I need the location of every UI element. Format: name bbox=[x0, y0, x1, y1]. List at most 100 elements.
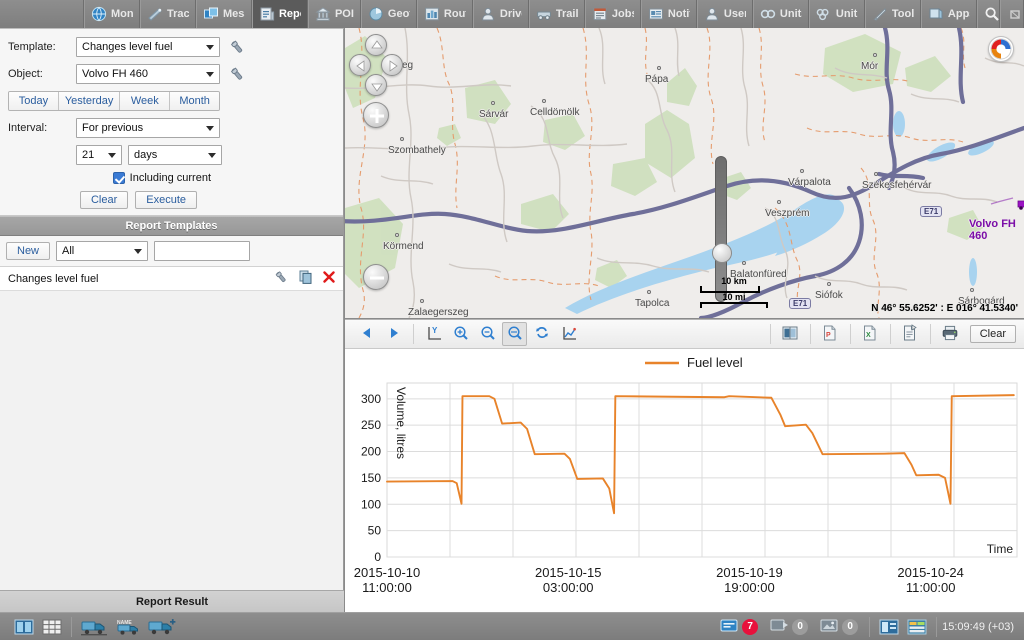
layout-grid-button[interactable] bbox=[38, 616, 66, 638]
messages-status[interactable]: 7 bbox=[720, 617, 758, 636]
y-tick-label: 100 bbox=[361, 497, 381, 511]
workspace-button[interactable] bbox=[903, 616, 931, 638]
nav-tab-label: Unit G bbox=[836, 8, 858, 20]
map-zoom-slider-handle[interactable] bbox=[712, 243, 732, 263]
including-current-checkbox[interactable] bbox=[113, 172, 125, 184]
chart-settings-button[interactable] bbox=[556, 322, 581, 346]
nav-tab-unit-g[interactable]: Unit G bbox=[809, 0, 865, 28]
expand-panel-button[interactable] bbox=[1000, 0, 1024, 28]
export-pdf-button[interactable]: P bbox=[818, 322, 843, 346]
template-filter-select[interactable]: All bbox=[56, 241, 148, 261]
axis-button[interactable]: Y bbox=[421, 322, 446, 346]
nav-tab-route[interactable]: Route bbox=[417, 0, 473, 28]
zoom-fit-button[interactable] bbox=[502, 322, 527, 346]
template-select[interactable]: Changes level fuel bbox=[76, 37, 220, 57]
unit-marker-icon[interactable] bbox=[1017, 196, 1024, 210]
images-status[interactable]: 0 bbox=[820, 617, 858, 636]
layout-columns-button[interactable] bbox=[10, 616, 38, 638]
columns-icon bbox=[781, 324, 799, 345]
map-zoom-out-button[interactable] bbox=[363, 264, 389, 290]
export-excel-button[interactable]: X bbox=[858, 322, 883, 346]
template-edit-wrench-icon[interactable] bbox=[228, 38, 246, 56]
nav-tab-notifi[interactable]: Notifi bbox=[641, 0, 697, 28]
fuel-level-chart[interactable]: Fuel level 050100150200250300 2015-10-10… bbox=[345, 349, 1024, 612]
template-edit-wrench-icon[interactable] bbox=[273, 269, 289, 288]
execute-button[interactable]: Execute bbox=[135, 191, 197, 209]
trailer-icon bbox=[536, 6, 552, 22]
nav-tab-jobs[interactable]: Jobs bbox=[585, 0, 641, 28]
nav-tab-track[interactable]: Track bbox=[140, 0, 196, 28]
map-pan-down-button[interactable] bbox=[365, 74, 387, 96]
apps-icon bbox=[928, 6, 944, 22]
map-place-label: Pápa bbox=[645, 74, 668, 85]
refresh-button[interactable] bbox=[529, 322, 554, 346]
quick-period-buttons: TodayYesterdayWeekMonth bbox=[8, 91, 220, 111]
interval-count-value: 21 bbox=[82, 149, 94, 161]
bottom-status-items: 7 00 bbox=[714, 617, 864, 636]
add-unit-button[interactable] bbox=[145, 616, 179, 638]
interval-count-select[interactable]: 21 bbox=[76, 145, 122, 165]
new-template-button[interactable]: New bbox=[6, 242, 50, 260]
template-delete-icon[interactable] bbox=[323, 271, 335, 286]
message-icon bbox=[720, 617, 738, 636]
report-templates-list: Changes level fuel bbox=[0, 267, 343, 291]
nav-tab-geof[interactable]: Geof bbox=[361, 0, 417, 28]
period-button-yesterday[interactable]: Yesterday bbox=[59, 92, 121, 110]
compass-icon[interactable] bbox=[988, 36, 1014, 62]
period-button-week[interactable]: Week bbox=[120, 92, 170, 110]
zoom-in-button[interactable] bbox=[448, 322, 473, 346]
panel-toggle-button[interactable] bbox=[875, 616, 903, 638]
nav-tab-trail[interactable]: Trail bbox=[529, 0, 585, 28]
prev-button[interactable] bbox=[354, 322, 379, 346]
template-copy-icon[interactable] bbox=[299, 270, 313, 287]
print-button[interactable] bbox=[938, 322, 963, 346]
nav-tab-monit[interactable]: Monit bbox=[84, 0, 140, 28]
map-place-dot bbox=[742, 261, 746, 265]
nav-tab-poi[interactable]: POI bbox=[308, 0, 361, 28]
export-file-button[interactable] bbox=[898, 322, 923, 346]
map-place-dot bbox=[657, 66, 661, 70]
global-search-button[interactable] bbox=[977, 0, 1001, 28]
interval-type-select[interactable]: For previous bbox=[76, 118, 220, 138]
nav-tab-tools[interactable]: Tools bbox=[865, 0, 921, 28]
nav-tab-apps[interactable]: Apps bbox=[921, 0, 977, 28]
x-tick-date: 2015-10-15 bbox=[535, 565, 602, 580]
nav-tab-repo[interactable]: Repo bbox=[252, 0, 308, 28]
nav-tab-mess[interactable]: Mess bbox=[196, 0, 252, 28]
period-button-today[interactable]: Today bbox=[9, 92, 59, 110]
nav-tab-drive[interactable]: Drive bbox=[473, 0, 529, 28]
chart-clear-button[interactable]: Clear bbox=[970, 325, 1016, 343]
units-icon bbox=[760, 6, 776, 22]
nav-tab-users[interactable]: Users bbox=[697, 0, 753, 28]
toolbar-separator bbox=[413, 324, 414, 344]
events-status[interactable]: 0 bbox=[770, 617, 808, 636]
layout-columns-icon bbox=[14, 619, 34, 635]
map-place-dot bbox=[970, 288, 974, 292]
columns-button[interactable] bbox=[778, 322, 803, 346]
nav-left-spacer bbox=[0, 0, 84, 28]
map-pan-up-button[interactable] bbox=[365, 34, 387, 56]
unit-name-button[interactable]: NAME bbox=[111, 616, 145, 638]
template-label: Template: bbox=[8, 41, 76, 53]
object-edit-wrench-icon[interactable] bbox=[228, 65, 246, 83]
zoom-out-button[interactable] bbox=[475, 322, 500, 346]
next-button[interactable] bbox=[381, 322, 406, 346]
nav-tab-units[interactable]: Units bbox=[753, 0, 809, 28]
template-search-input[interactable] bbox=[154, 241, 250, 261]
status-badge: 0 bbox=[792, 619, 808, 635]
interval-unit-select[interactable]: days bbox=[128, 145, 222, 165]
map-zoom-in-button[interactable] bbox=[363, 102, 389, 128]
map-pan-right-button[interactable] bbox=[381, 54, 403, 76]
map-view[interactable]: szegSzombathelyKörmendZalaegerszegSárvár… bbox=[345, 28, 1024, 318]
report-templates-toolbar: New All bbox=[0, 236, 343, 267]
clear-button[interactable]: Clear bbox=[80, 191, 128, 209]
period-button-month[interactable]: Month bbox=[170, 92, 219, 110]
template-row[interactable]: Changes level fuel bbox=[0, 267, 343, 291]
object-select[interactable]: Volvo FH 460 bbox=[76, 64, 220, 84]
image-icon bbox=[820, 617, 838, 636]
map-pan-left-button[interactable] bbox=[349, 54, 371, 76]
unit-button[interactable] bbox=[77, 616, 111, 638]
x-tick-time: 11:00:00 bbox=[906, 580, 956, 595]
triangle-left-icon bbox=[358, 324, 376, 345]
nav-tab-label: Repo bbox=[279, 8, 301, 20]
